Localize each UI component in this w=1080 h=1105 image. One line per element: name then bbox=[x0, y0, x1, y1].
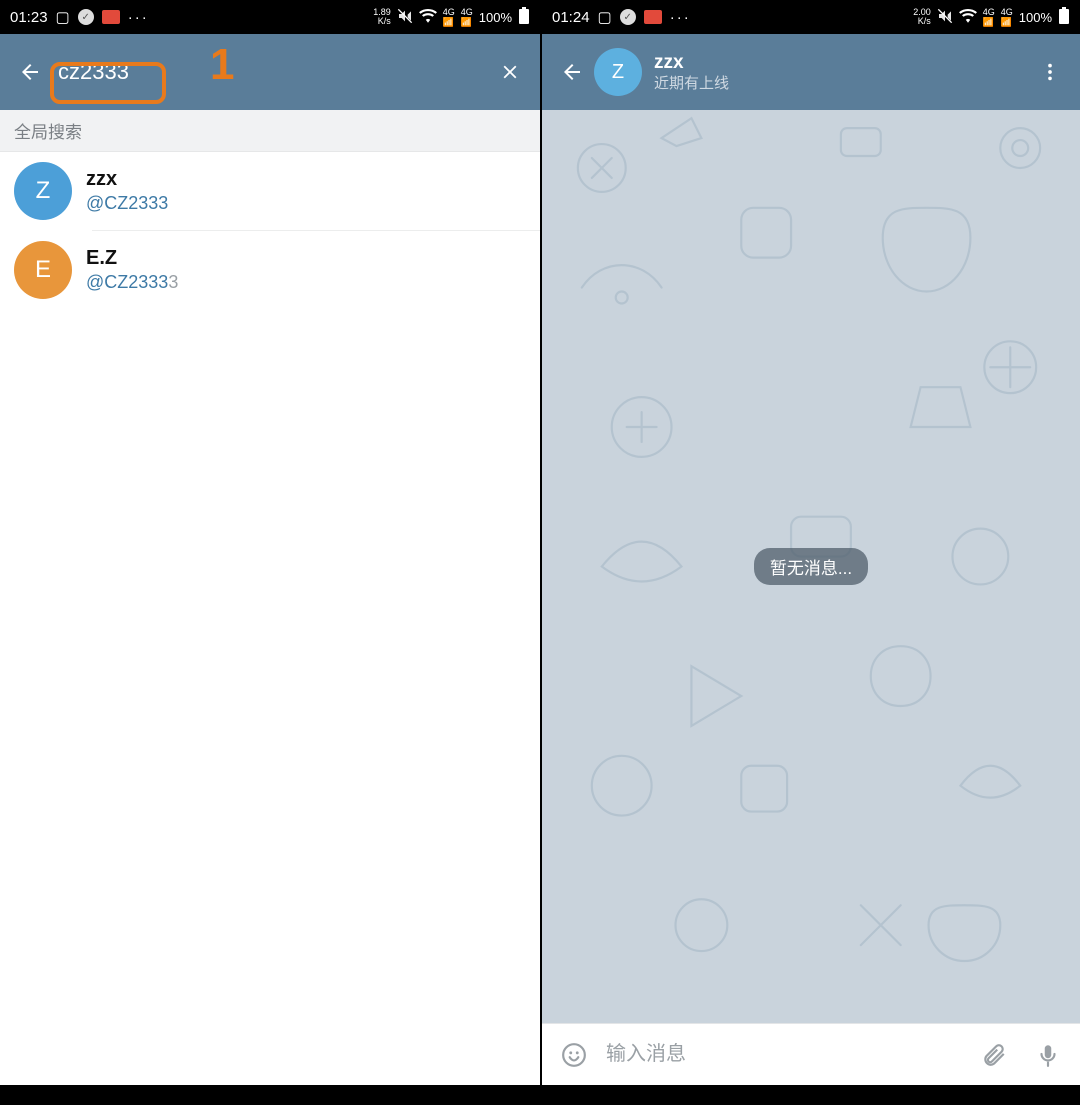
chat-presence: 近期有上线 bbox=[654, 75, 729, 94]
more-status-icon: ··· bbox=[670, 9, 691, 26]
search-result-item[interactable]: Z zzx @CZ2333 bbox=[0, 152, 540, 230]
status-time: 01:23 bbox=[10, 9, 48, 26]
more-status-icon: ··· bbox=[128, 9, 149, 26]
search-result-item[interactable]: E E.Z @CZ23333 bbox=[0, 231, 540, 309]
search-results: Z zzx @CZ2333 E E.Z @CZ23333 bbox=[0, 152, 540, 309]
search-input[interactable] bbox=[52, 53, 488, 91]
chat-header-content[interactable]: Z zzx 近期有上线 bbox=[594, 48, 1028, 96]
status-bar: 01:24 ▢ ✓ ··· 2.00 K/s 4G📶 4G📶 bbox=[542, 0, 1080, 34]
avatar: Z bbox=[594, 48, 642, 96]
android-nav-bar bbox=[0, 1085, 540, 1105]
screen-chat: 01:24 ▢ ✓ ··· 2.00 K/s 4G📶 4G📶 bbox=[540, 0, 1080, 1105]
mute-icon bbox=[397, 8, 413, 27]
result-handle: @CZ23333 bbox=[86, 272, 178, 293]
avatar: Z bbox=[14, 162, 72, 220]
back-button[interactable] bbox=[8, 50, 52, 94]
chat-app-bar: Z zzx 近期有上线 bbox=[542, 34, 1080, 110]
chat-name: zzx bbox=[654, 51, 729, 75]
wifi-icon bbox=[419, 9, 437, 26]
clear-search-button[interactable] bbox=[488, 50, 532, 94]
net-rate: 1.89 K/s bbox=[373, 8, 391, 26]
battery-pct: 100% bbox=[1019, 10, 1052, 25]
wifi-icon bbox=[959, 9, 977, 26]
mic-button[interactable] bbox=[1026, 1033, 1070, 1077]
signal-4g-1-icon: 4G📶 bbox=[983, 7, 995, 28]
avatar: E bbox=[14, 241, 72, 299]
signal-4g-1-icon: 4G📶 bbox=[443, 7, 455, 28]
chat-body[interactable]: 暂无消息... bbox=[542, 110, 1080, 1023]
signal-4g-2-icon: 4G📶 bbox=[1001, 7, 1013, 28]
more-options-button[interactable] bbox=[1028, 50, 1072, 94]
battery-icon bbox=[1058, 7, 1070, 28]
message-input[interactable] bbox=[606, 1043, 962, 1066]
attach-button[interactable] bbox=[972, 1033, 1016, 1077]
battery-icon bbox=[518, 7, 530, 28]
signal-4g-2-icon: 4G📶 bbox=[461, 7, 473, 28]
image-icon: ▢ bbox=[598, 8, 612, 26]
notification-icon bbox=[644, 10, 662, 24]
result-handle: @CZ2333 bbox=[86, 193, 168, 214]
battery-pct: 100% bbox=[479, 10, 512, 25]
image-icon: ▢ bbox=[56, 8, 70, 26]
check-icon: ✓ bbox=[78, 9, 94, 25]
status-time: 01:24 bbox=[552, 9, 590, 26]
net-rate: 2.00 K/s bbox=[913, 8, 931, 26]
status-bar: 01:23 ▢ ✓ ··· 1.89 K/s 4G📶 4G📶 bbox=[0, 0, 540, 34]
result-name: zzx bbox=[86, 168, 168, 191]
message-input-bar bbox=[542, 1023, 1080, 1085]
mute-icon bbox=[937, 8, 953, 27]
check-icon: ✓ bbox=[620, 9, 636, 25]
section-header-global-search: 全局搜索 bbox=[0, 110, 540, 152]
search-app-bar bbox=[0, 34, 540, 110]
android-nav-bar bbox=[542, 1085, 1080, 1105]
emoji-button[interactable] bbox=[552, 1033, 596, 1077]
result-name: E.Z bbox=[86, 247, 178, 270]
back-button[interactable] bbox=[550, 50, 594, 94]
empty-chat-label: 暂无消息... bbox=[754, 548, 868, 585]
screen-search: 01:23 ▢ ✓ ··· 1.89 K/s 4G📶 4G📶 bbox=[0, 0, 540, 1105]
notification-icon bbox=[102, 10, 120, 24]
